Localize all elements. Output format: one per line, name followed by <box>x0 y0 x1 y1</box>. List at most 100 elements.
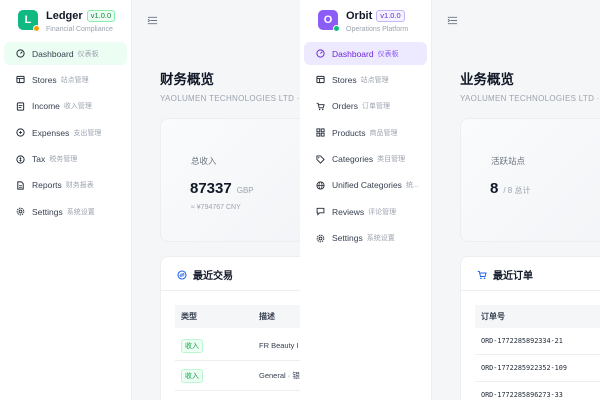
nav-item-income[interactable]: Income 收入管理 <box>4 95 127 118</box>
nav-label: Expenses <box>32 127 70 138</box>
review-icon <box>316 207 325 217</box>
nav-label: Stores <box>32 74 57 85</box>
nav-sub: 评论管理 <box>368 208 397 216</box>
orbit-app: O Orbit v1.0.0 Operations Platform Dashbo… <box>300 0 600 400</box>
table-row[interactable]: ORD-1772285892334-21 <box>475 328 600 355</box>
orbit-main: 业务概览 YAOLUMEN TECHNOLOGIES LTD · 运营 活跃站点… <box>432 0 600 400</box>
nav-item-stores[interactable]: Stores 站点管理 <box>304 68 427 91</box>
nav-sub: 类目管理 <box>377 156 406 164</box>
table-row[interactable]: 收入 FR Beauty I <box>175 331 300 361</box>
company-name: YAOLUMEN TECHNOLOGIES LTD · 财务 <box>160 94 300 103</box>
nav-item-reviews[interactable]: Reviews 评论管理 <box>304 200 427 223</box>
app-name: Orbit <box>346 10 373 22</box>
nav-item-dashboard[interactable]: Dashboard 仪表板 <box>304 42 427 65</box>
ledger-brand[interactable]: L Ledger v1.0.0 Financial Compliance <box>0 0 131 40</box>
store-icon <box>16 75 25 84</box>
orbit-topbar <box>432 0 600 40</box>
nav-label: Dashboard <box>332 48 374 59</box>
stat-label: 活跃站点 <box>491 156 526 166</box>
nav-label: Settings <box>332 233 363 244</box>
nav-sub: 订单管理 <box>361 103 390 111</box>
ledger-nav: Dashboard 仪表板 Stores 站点管理 Income 收入管理 Expen… <box>0 40 131 223</box>
stat-unit: GBP <box>236 186 254 195</box>
globe-icon <box>316 181 325 190</box>
tax-icon <box>16 154 25 164</box>
active-stores-card: 活跃站点 8 / 8 总计 <box>460 118 600 242</box>
table-header: 订单号 <box>475 305 600 328</box>
table-row[interactable]: ORD-1772285922352-109 <box>475 355 600 382</box>
total-income-card: 总收入 87337 GBP ≈ ¥794767 CNY <box>160 118 300 242</box>
nav-sub: 仪表板 <box>377 50 399 58</box>
expenses-icon <box>16 128 25 137</box>
column-header: 描述 <box>259 312 275 321</box>
ledger-main: 财务概览 YAOLUMEN TECHNOLOGIES LTD · 财务 总收入 … <box>132 0 300 400</box>
stat-value: 8 / 8 总计 <box>490 180 530 198</box>
nav-item-settings[interactable]: Settings 系统设置 <box>4 200 127 223</box>
column-header: 类型 <box>181 312 197 321</box>
ledger-sidebar: L Ledger v1.0.0 Financial Compliance Dash… <box>0 0 132 400</box>
nav-item-tax[interactable]: Tax 税务管理 <box>4 148 127 171</box>
nav-item-orders[interactable]: Orders 订单管理 <box>304 95 427 118</box>
reports-icon <box>16 181 25 190</box>
settings-icon <box>16 207 25 216</box>
nav-label: Products <box>332 127 366 138</box>
nav-sub: 商品管理 <box>369 129 398 137</box>
nav-item-categories[interactable]: Categories 类目管理 <box>304 148 427 171</box>
card-header: 最近订单 <box>477 267 533 282</box>
orbit-brand[interactable]: O Orbit v1.0.0 Operations Platform <box>300 0 431 40</box>
ledger-topbar <box>132 0 300 40</box>
nav-sub: 税务管理 <box>49 156 78 164</box>
app-subtitle: Operations Platform <box>346 26 409 33</box>
nav-label: Reports <box>32 180 62 191</box>
table-row[interactable]: 收入 General · 银 <box>175 361 300 391</box>
nav-sub: 财务报表 <box>65 182 94 190</box>
menu-toggle-icon[interactable] <box>146 14 158 26</box>
app-subtitle: Financial Compliance <box>46 26 113 33</box>
logo-letter: O <box>323 14 333 26</box>
nav-item-products[interactable]: Products 商品管理 <box>304 121 427 144</box>
nav-item-stores[interactable]: Stores 站点管理 <box>4 68 127 91</box>
exchange-icon <box>177 269 187 280</box>
orbit-logo: O <box>318 10 340 32</box>
type-cell: 收入 <box>175 338 253 353</box>
nav-label: Unified Categories <box>332 180 402 191</box>
nav-label: Tax <box>32 154 46 165</box>
nav-item-dashboard[interactable]: Dashboard 仪表板 <box>4 42 127 65</box>
nav-label: Reviews <box>332 206 365 217</box>
nav-item-unified-categories[interactable]: Unified Categories 统... <box>304 174 427 197</box>
nav-label: Orders <box>332 101 358 112</box>
settings-icon <box>316 234 325 243</box>
nav-label: Dashboard <box>32 48 74 59</box>
income-tag: 收入 <box>181 368 203 383</box>
income-icon <box>16 102 25 111</box>
grid-icon <box>316 128 325 137</box>
order-id-cell: ORD-1772285892334-21 <box>481 337 563 345</box>
app-name: Ledger <box>46 10 83 22</box>
divider <box>161 290 300 291</box>
nav-item-settings[interactable]: Settings 系统设置 <box>304 227 427 250</box>
nav-label: Settings <box>32 206 63 217</box>
stat-unit: / 8 总计 <box>503 186 531 195</box>
logo-letter: L <box>24 14 32 26</box>
table-row[interactable]: ORD-1772285896273-33 <box>475 382 600 400</box>
nav-sub: 系统设置 <box>366 235 395 243</box>
orbit-nav: Dashboard 仪表板 Stores 站点管理 Orders 订单管理 Produ… <box>300 40 431 250</box>
nav-label: Income <box>32 101 60 112</box>
ledger-app: L Ledger v1.0.0 Financial Compliance Dash… <box>0 0 300 400</box>
nav-sub: 仪表板 <box>77 50 99 58</box>
nav-sub: 支出管理 <box>73 129 102 137</box>
order-id-cell: ORD-1772285896273-33 <box>481 391 563 399</box>
nav-item-reports[interactable]: Reports 财务报表 <box>4 174 127 197</box>
stat-conversion: ≈ ¥794767 CNY <box>191 204 241 211</box>
nav-item-expenses[interactable]: Expenses 支出管理 <box>4 121 127 144</box>
dashboard-icon <box>16 49 25 58</box>
stat-number: 8 <box>490 180 499 197</box>
stat-label: 总收入 <box>191 156 217 166</box>
type-cell: 收入 <box>175 368 253 383</box>
status-dot <box>333 25 340 32</box>
nav-sub: 系统设置 <box>66 208 95 216</box>
divider <box>461 290 600 291</box>
card-title: 最近交易 <box>193 271 233 282</box>
cart-icon <box>316 102 325 111</box>
menu-toggle-icon[interactable] <box>446 14 458 26</box>
